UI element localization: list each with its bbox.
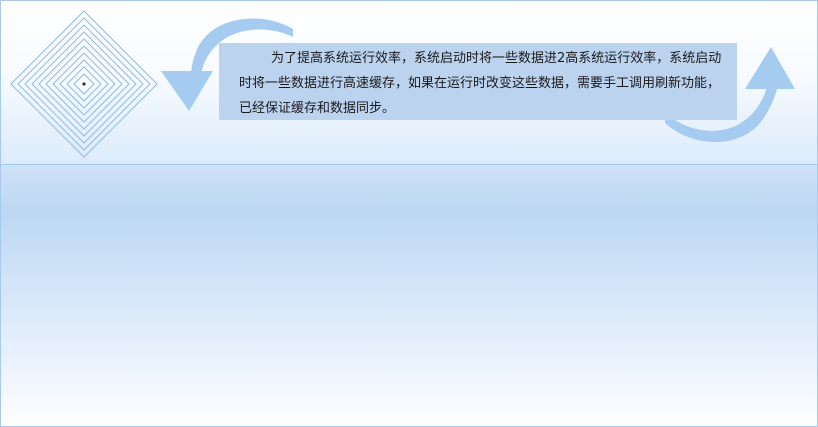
concentric-diamond-icon [10,10,158,158]
message-box: 为了提高系统运行效率，系统启动时将一些数据进2高系统运行效率，系统启动时将一些数… [219,43,737,120]
message-text: 为了提高系统运行效率，系统启动时将一些数据进2高系统运行效率，系统启动时将一些数… [239,51,722,116]
info-header-panel: 为了提高系统运行效率，系统启动时将一些数据进2高系统运行效率，系统启动时将一些数… [1,1,817,165]
content-area [1,165,817,426]
info-panel-frame: 为了提高系统运行效率，系统启动时将一些数据进2高系统运行效率，系统启动时将一些数… [0,0,818,427]
